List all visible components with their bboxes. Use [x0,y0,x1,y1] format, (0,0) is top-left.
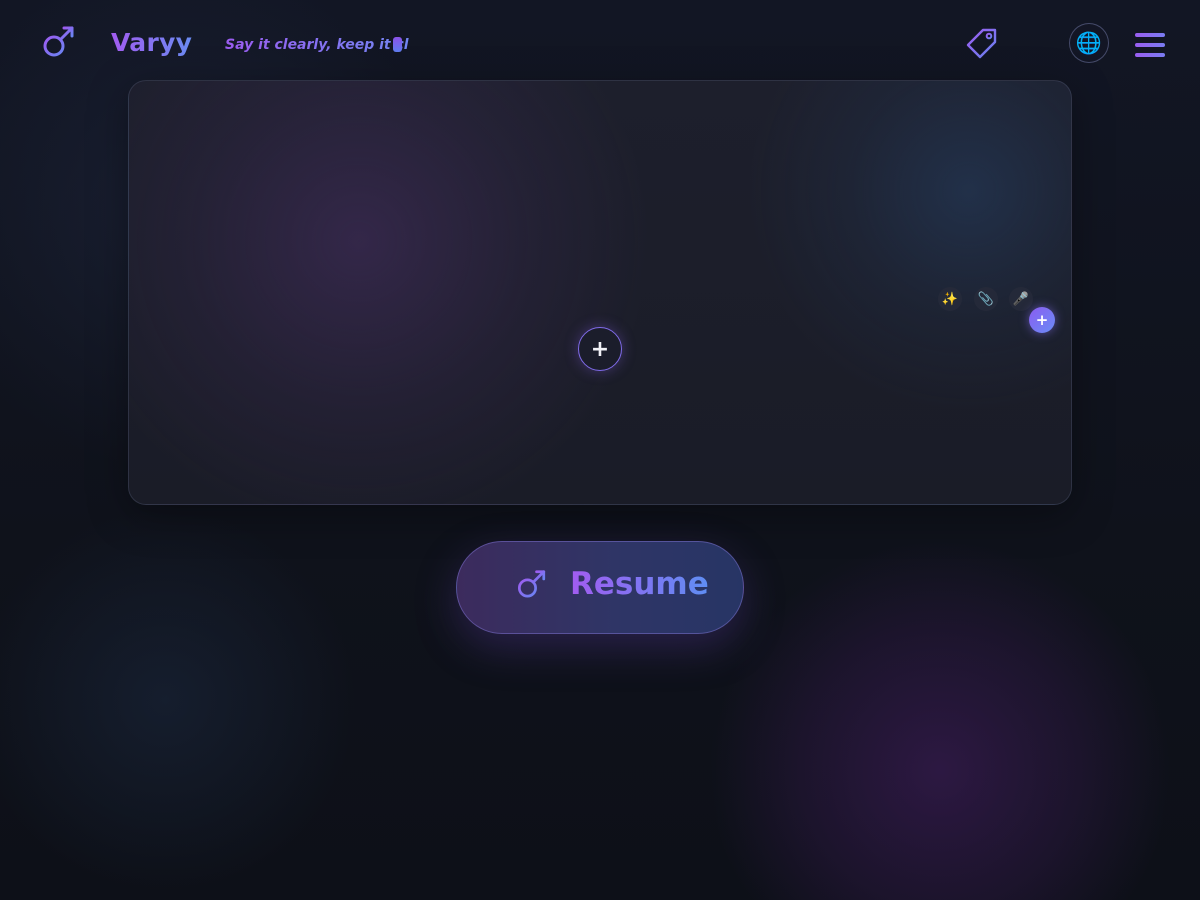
language-globe-button[interactable]: 🌐 [1069,23,1109,63]
typing-caret [393,37,402,52]
resume-button[interactable]: Resume [456,541,744,634]
sparkle-icon[interactable]: ✨ [938,287,962,311]
mars-venus-symbol-icon [517,570,546,608]
tagline: Say it clearly, keep it cl [225,37,409,53]
menu-bar [1135,33,1165,37]
globe-icon: 🌐 [1075,30,1103,55]
floating-add-button[interactable]: + [1029,307,1055,333]
resume-label: Resume [570,566,709,602]
header: Varyy Say it clearly, keep it cl 🌐 [0,0,1200,90]
editor-card[interactable]: + ✨ 📎 🎤 + [128,80,1072,505]
add-button[interactable]: + [578,327,622,371]
microphone-icon[interactable]: 🎤 [1009,287,1033,311]
menu-bar [1135,43,1165,47]
price-tag-icon[interactable] [964,26,1000,62]
paperclip-icon[interactable]: 📎 [974,287,998,311]
brand-name: Varyy [111,28,193,57]
hamburger-menu-icon[interactable] [1134,32,1166,58]
menu-bar [1135,53,1165,57]
mars-venus-symbol-icon [43,26,74,68]
